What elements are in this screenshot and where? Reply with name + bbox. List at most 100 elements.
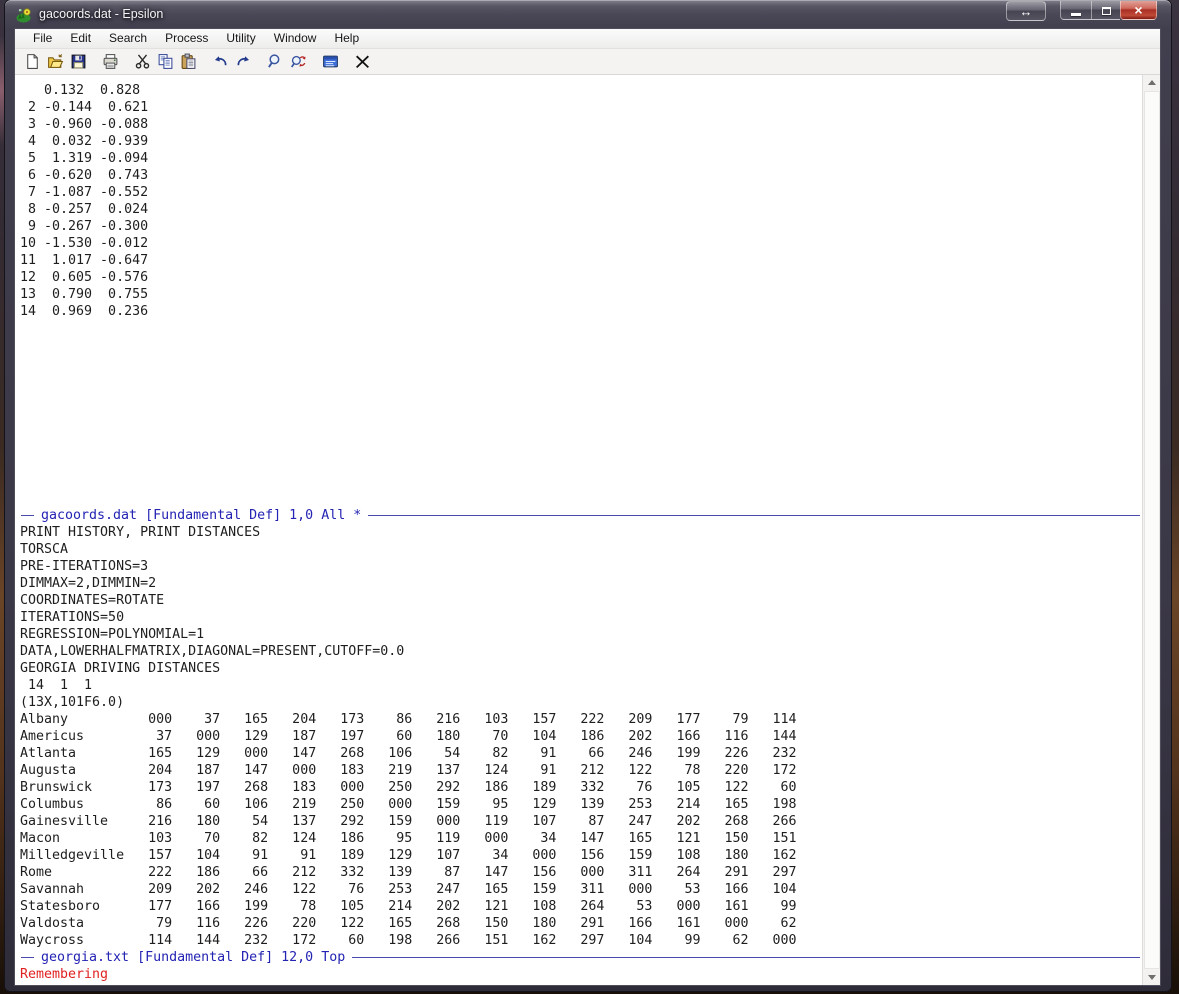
modeline-rule xyxy=(368,515,1140,516)
save-button[interactable] xyxy=(67,51,90,73)
text-line: 8 -0.257 0.024 xyxy=(20,202,149,217)
text-line xyxy=(20,354,1142,371)
commands-button[interactable] xyxy=(319,51,342,73)
text-line: Columbus 86 60 106 219 250 000 159 95 12… xyxy=(20,797,797,812)
search-button[interactable] xyxy=(264,51,287,73)
client-area: File Edit Search Process Utility Window Help xyxy=(14,28,1161,986)
text-line: 9 -0.267 -0.300 xyxy=(20,219,149,234)
triangle-up-icon xyxy=(1147,80,1156,85)
text-line: GEORGIA DRIVING DISTANCES xyxy=(20,661,221,676)
text-line xyxy=(20,371,1142,388)
close-icon: × xyxy=(1134,2,1143,18)
text-line: PRINT HISTORY, PRINT DISTANCES xyxy=(20,525,261,540)
text-line: 14 0.969 0.236 xyxy=(20,304,149,319)
text-line: 2 -0.144 0.621 xyxy=(20,100,149,115)
delete-x-icon xyxy=(356,55,369,68)
text-line: 12 0.605 -0.576 xyxy=(20,270,149,285)
window-title: gacoords.dat - Epsilon xyxy=(39,7,164,21)
text-line: Augusta 204 187 147 000 183 219 137 124 … xyxy=(20,763,797,778)
text-line: Albany 000 37 165 204 173 86 216 103 157… xyxy=(20,712,797,727)
text-line xyxy=(20,337,1142,354)
search-replace-button[interactable] xyxy=(287,51,310,73)
copy-icon xyxy=(158,54,173,69)
text-line xyxy=(20,439,1142,456)
menu-item-edit[interactable]: Edit xyxy=(61,29,100,48)
redo-button[interactable] xyxy=(232,51,255,73)
buffer-georgia: PRINT HISTORY, PRINT DISTANCES TORSCA PRE-… xyxy=(20,524,1142,949)
text-line: ITERATIONS=50 xyxy=(20,610,125,625)
menu-item-process[interactable]: Process xyxy=(156,29,217,48)
text-line: 0.132 0.828 xyxy=(20,83,141,98)
vertical-scrollbar[interactable] xyxy=(1142,75,1160,985)
text-line: Savannah 209 202 246 122 76 253 247 165 … xyxy=(20,882,797,897)
text-line: Gainesville 216 180 54 137 292 159 000 1… xyxy=(20,814,797,829)
cut-button[interactable] xyxy=(131,51,154,73)
undo-arrow-icon xyxy=(214,56,227,66)
commands-window-icon xyxy=(323,55,338,68)
open-file-button[interactable] xyxy=(44,51,67,73)
menu-item-window[interactable]: Window xyxy=(265,29,326,48)
caption-button-group: ↔ × xyxy=(1006,1,1157,21)
title-bar[interactable]: gacoords.dat - Epsilon ↔ × xyxy=(5,0,1171,28)
menu-item-utility[interactable]: Utility xyxy=(217,29,264,48)
text-area[interactable]: 0.132 0.828 2 -0.144 0.621 3 -0.960 -0.0… xyxy=(15,75,1142,985)
redo-arrow-icon xyxy=(237,56,250,66)
paste-clipboard-icon xyxy=(181,53,196,69)
resize-window-button[interactable]: ↔ xyxy=(1006,1,1046,21)
minimize-button[interactable] xyxy=(1060,1,1092,20)
undo-button[interactable] xyxy=(209,51,232,73)
text-line: REGRESSION=POLYNOMIAL=1 xyxy=(20,627,205,642)
restore-icon xyxy=(1101,7,1111,15)
new-file-button[interactable] xyxy=(21,51,44,73)
text-line xyxy=(20,405,1142,422)
text-line xyxy=(20,473,1142,490)
text-line: 6 -0.620 0.743 xyxy=(20,168,149,183)
text-line: Valdosta 79 116 226 220 122 165 268 150 … xyxy=(20,916,797,931)
text-line: Milledgeville 157 104 91 91 189 129 107 … xyxy=(20,848,797,863)
modeline-dash xyxy=(21,515,34,516)
text-line xyxy=(20,422,1142,439)
text-line xyxy=(20,388,1142,405)
copy-button[interactable] xyxy=(154,51,177,73)
text-line xyxy=(20,456,1142,473)
save-icon xyxy=(71,54,86,69)
text-line: Rome 222 186 66 212 332 139 87 147 156 0… xyxy=(20,865,797,880)
text-line: 10 -1.530 -0.012 xyxy=(20,236,149,251)
text-line: Brunswick 173 197 268 183 000 250 292 18… xyxy=(20,780,797,795)
modeline-gacoords: gacoords.dat [Fundamental Def] 1,0 All * xyxy=(20,507,1142,524)
text-line xyxy=(20,490,1142,507)
menu-item-help[interactable]: Help xyxy=(325,29,368,48)
modeline-text: georgia.txt [Fundamental Def] 12,0 Top xyxy=(41,950,346,965)
epsilon-app-icon xyxy=(16,7,31,22)
scrollbar-thumb[interactable] xyxy=(1143,91,1160,969)
open-folder-icon xyxy=(48,54,64,68)
delete-button[interactable] xyxy=(351,51,374,73)
scrollbar-up-button[interactable] xyxy=(1143,75,1161,90)
close-button[interactable]: × xyxy=(1120,1,1157,20)
text-line: 11 1.017 -0.647 xyxy=(20,253,149,268)
text-line: Americus 37 000 129 187 197 60 180 70 10… xyxy=(20,729,797,744)
scrollbar-down-button[interactable] xyxy=(1143,970,1161,985)
menu-item-file[interactable]: File xyxy=(24,29,61,48)
restore-button[interactable] xyxy=(1092,1,1120,20)
text-line: 14 1 1 xyxy=(20,678,93,693)
epsilon-window: gacoords.dat - Epsilon ↔ × File Edit Searc… xyxy=(5,0,1171,991)
text-line: 4 0.032 -0.939 xyxy=(20,134,149,149)
print-icon xyxy=(103,54,118,69)
print-button[interactable] xyxy=(99,51,122,73)
text-line: TORSCA xyxy=(20,542,69,557)
text-line: (13X,101F6.0) xyxy=(20,695,125,710)
echo-area-status: Remembering xyxy=(20,967,109,982)
search-magnifier-icon xyxy=(268,54,280,68)
text-line: 13 0.790 0.755 xyxy=(20,287,149,302)
search-replace-icon xyxy=(290,55,306,68)
triangle-down-icon xyxy=(1147,975,1156,980)
text-line: DIMMAX=2,DIMMIN=2 xyxy=(20,576,157,591)
menu-bar: File Edit Search Process Utility Window Help xyxy=(15,29,1160,49)
minimize-icon xyxy=(1071,13,1081,16)
modeline-georgia: georgia.txt [Fundamental Def] 12,0 Top xyxy=(20,949,1142,966)
paste-button[interactable] xyxy=(177,51,200,73)
text-line: Macon 103 70 82 124 186 95 119 000 34 14… xyxy=(20,831,797,846)
menu-item-search[interactable]: Search xyxy=(100,29,156,48)
text-line: 3 -0.960 -0.088 xyxy=(20,117,149,132)
